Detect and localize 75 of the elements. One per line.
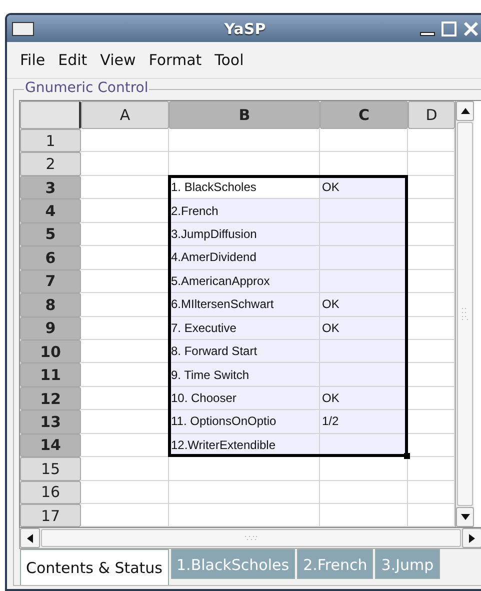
row-header[interactable]: 1 [20, 129, 81, 152]
column-header[interactable]: A [81, 101, 169, 129]
sheet-cell[interactable]: 2.French [169, 199, 320, 223]
menu-item[interactable]: View [95, 49, 144, 71]
sheet-cell[interactable] [81, 457, 169, 481]
sheet-cell[interactable]: 11. OptionsOnOptio [169, 410, 320, 434]
sheet-cell[interactable] [169, 457, 320, 481]
row-header[interactable]: 4 [20, 199, 81, 223]
sheet-cell[interactable]: 3.JumpDiffusion [169, 222, 320, 246]
select-all-corner[interactable] [20, 101, 81, 129]
sheet-cell[interactable] [81, 504, 169, 528]
sheet-cell[interactable]: OK [320, 386, 408, 410]
scroll-down-button[interactable] [456, 507, 474, 528]
menu-item[interactable]: Edit [53, 49, 96, 71]
up-arrow-icon [460, 108, 470, 114]
sheet-cell[interactable]: OK [320, 316, 408, 340]
sheet-cell[interactable]: 8. Forward Start [169, 340, 320, 364]
sheet-cell[interactable] [320, 246, 408, 270]
scroll-left-button[interactable] [20, 528, 40, 548]
sheet-cell[interactable]: 7. Executive [169, 316, 320, 340]
window-title: YaSP [224, 20, 266, 38]
row-header[interactable]: 5 [20, 222, 81, 246]
column-header[interactable]: C [320, 101, 408, 129]
sheet-cell[interactable]: 1/2 [320, 410, 408, 434]
sheet-cell[interactable] [81, 152, 169, 176]
menu-item[interactable]: Tool [210, 49, 252, 71]
row-header[interactable]: 17 [20, 504, 81, 528]
sheet-cell[interactable] [320, 199, 408, 223]
sheet-cell[interactable]: 9. Time Switch [169, 363, 320, 387]
horizontal-scrollbar-thumb[interactable] [41, 529, 461, 548]
row-header[interactable]: 15 [20, 457, 81, 481]
vertical-scrollbar-thumb[interactable] [457, 122, 473, 506]
maximize-icon [441, 20, 457, 36]
sheet-cell[interactable]: 5.AmericanApprox [169, 270, 320, 294]
sheet-cell[interactable]: 4.AmerDividend [169, 246, 320, 270]
sheet-cell[interactable] [169, 504, 320, 528]
menu-item[interactable]: Format [144, 49, 210, 71]
sheet-tab[interactable]: Contents & Status [20, 549, 169, 586]
column-header[interactable]: D [408, 101, 455, 129]
window-menu-icon[interactable] [12, 22, 34, 36]
minimize-icon [420, 32, 434, 36]
close-icon [463, 20, 479, 36]
row-header[interactable]: 13 [20, 410, 81, 434]
sheet-cell[interactable] [320, 340, 408, 364]
sheet-cell[interactable] [320, 504, 408, 528]
sheet-cell[interactable]: 10. Chooser [169, 386, 320, 410]
sheet-cell[interactable]: 6.MIltersenSchwart [169, 293, 320, 316]
sheet-cell[interactable] [169, 129, 320, 152]
right-arrow-icon [469, 534, 475, 543]
sheet-cell[interactable]: OK [320, 293, 408, 316]
scroll-right-button[interactable] [462, 528, 481, 548]
menu-item[interactable]: File [15, 49, 54, 71]
sheet-cell[interactable] [81, 480, 169, 504]
row-header[interactable]: 12 [20, 386, 81, 410]
scroll-up-button[interactable] [456, 101, 474, 121]
row-header[interactable]: 16 [20, 480, 81, 504]
sheet-cell[interactable] [169, 480, 320, 504]
row-header[interactable]: 10 [20, 340, 81, 364]
sheet-cell[interactable] [320, 363, 408, 387]
row-header[interactable]: 8 [20, 293, 81, 316]
sheet-cell[interactable] [320, 480, 408, 504]
row-header[interactable]: 9 [20, 316, 81, 340]
row-header[interactable]: 2 [20, 152, 81, 176]
row-header[interactable]: 11 [20, 363, 81, 387]
row-header[interactable]: 6 [20, 246, 81, 270]
sheet-cell[interactable] [320, 129, 408, 152]
left-arrow-icon [27, 534, 33, 543]
sheet-cell[interactable] [320, 270, 408, 294]
down-arrow-icon [460, 514, 470, 520]
sheet-cell[interactable] [320, 222, 408, 246]
row-header[interactable]: 7 [20, 270, 81, 294]
column-header[interactable]: B [169, 101, 320, 129]
row-header[interactable]: 3 [20, 176, 81, 200]
sheet-cell[interactable] [81, 129, 169, 152]
row-header[interactable]: 14 [20, 434, 81, 458]
